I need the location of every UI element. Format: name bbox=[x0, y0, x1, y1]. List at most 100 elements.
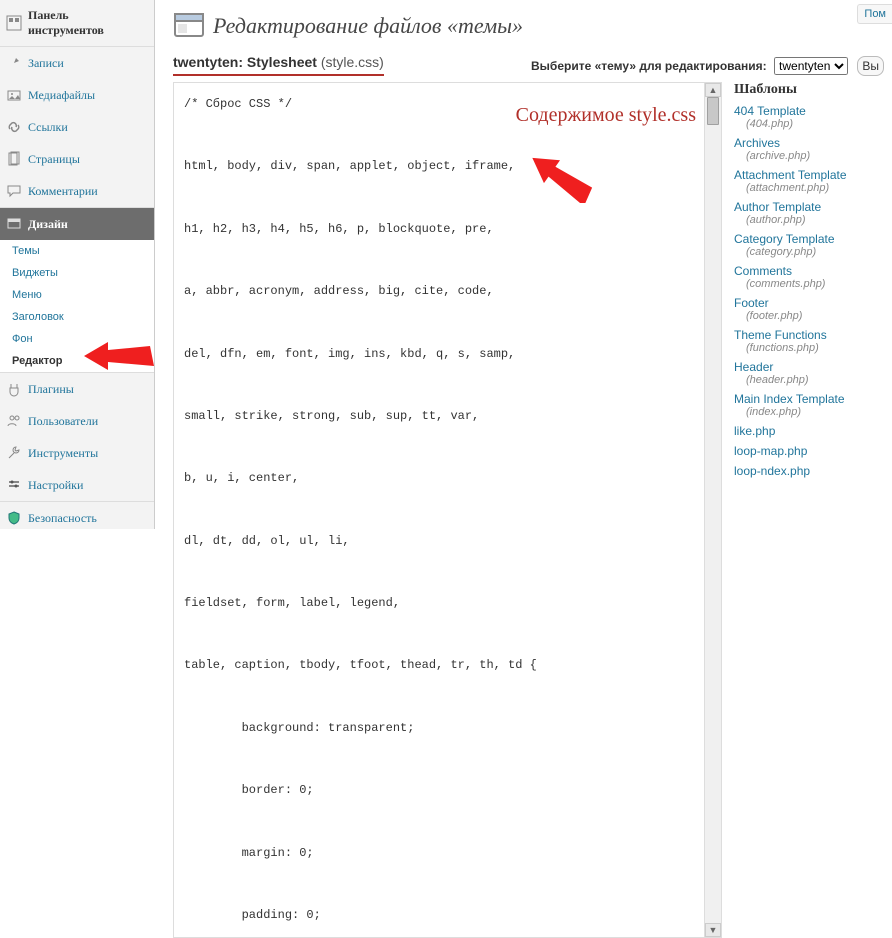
sidebar-item-security[interactable]: Безопасность bbox=[0, 502, 154, 534]
sidebar-item-pages[interactable]: Страницы bbox=[0, 143, 154, 175]
template-file-item: Footer(footer.php) bbox=[734, 296, 884, 322]
template-file-item: loop-map.php bbox=[734, 444, 884, 458]
template-file-name: (header.php) bbox=[734, 374, 884, 386]
appearance-icon bbox=[6, 216, 22, 232]
template-file-link[interactable]: Comments bbox=[734, 264, 792, 278]
plugin-icon bbox=[6, 381, 22, 397]
link-icon bbox=[6, 119, 22, 135]
templates-column: Шаблоны 404 Template(404.php) Archives(ar… bbox=[734, 82, 884, 484]
sidebar-label: Медиафайлы bbox=[28, 88, 95, 103]
template-file-link[interactable]: Main Index Template bbox=[734, 392, 845, 406]
submenu-menus[interactable]: Меню bbox=[0, 284, 154, 306]
template-file-name: (attachment.php) bbox=[734, 182, 884, 194]
pin-icon bbox=[6, 55, 22, 71]
template-file-name: (404.php) bbox=[734, 118, 884, 130]
sidebar-item-plugins[interactable]: Плагины bbox=[0, 373, 154, 405]
scroll-up-icon[interactable]: ▲ bbox=[705, 83, 721, 97]
appearance-submenu: Темы Виджеты Меню Заголовок Фон Редактор bbox=[0, 240, 154, 372]
sidebar-item-comments[interactable]: Комментарии bbox=[0, 175, 154, 207]
template-file-name: (index.php) bbox=[734, 406, 884, 418]
comment-icon bbox=[6, 183, 22, 199]
theme-editor-icon bbox=[173, 10, 205, 42]
template-file-name: (author.php) bbox=[734, 214, 884, 226]
template-file-item: Header(header.php) bbox=[734, 360, 884, 386]
sidebar-label: Плагины bbox=[28, 382, 74, 397]
submenu-header[interactable]: Заголовок bbox=[0, 306, 154, 328]
template-file-item: Comments(comments.php) bbox=[734, 264, 884, 290]
main-content: Пом Редактирование файлов «темы» twentyt… bbox=[155, 0, 892, 938]
template-file-item: like.php bbox=[734, 424, 884, 438]
scroll-down-icon[interactable]: ▼ bbox=[705, 923, 721, 937]
media-icon bbox=[6, 87, 22, 103]
template-file-item: Attachment Template(attachment.php) bbox=[734, 168, 884, 194]
template-file-link[interactable]: Footer bbox=[734, 296, 769, 310]
sidebar-label: Инструменты bbox=[28, 446, 98, 461]
scrollbar[interactable]: ▲ ▼ bbox=[704, 83, 721, 937]
settings-icon bbox=[6, 477, 22, 493]
sidebar-item-dashboard[interactable]: Панель инструментов bbox=[0, 0, 154, 46]
sidebar-item-links[interactable]: Ссылки bbox=[0, 111, 154, 143]
file-title-name: twentyten: Stylesheet bbox=[173, 54, 317, 70]
scrollbar-thumb[interactable] bbox=[707, 97, 719, 125]
template-file-link[interactable]: Archives bbox=[734, 136, 780, 150]
sidebar-item-appearance[interactable]: Дизайн bbox=[0, 208, 154, 240]
template-file-name: (category.php) bbox=[734, 246, 884, 258]
sidebar-label: Безопасность bbox=[28, 511, 97, 526]
theme-select[interactable]: twentyten bbox=[774, 57, 848, 75]
sidebar-item-media[interactable]: Медиафайлы bbox=[0, 79, 154, 111]
code-editor[interactable]: /* Сброс CSS */ html, body, div, span, a… bbox=[173, 82, 722, 938]
template-file-name: (footer.php) bbox=[734, 310, 884, 322]
sidebar-label: Настройки bbox=[28, 478, 83, 493]
template-file-link[interactable]: Theme Functions bbox=[734, 328, 827, 342]
template-file-name: (archive.php) bbox=[734, 150, 884, 162]
templates-heading: Шаблоны bbox=[734, 82, 884, 98]
admin-sidebar: Панель инструментов Записи Медиафайлы Сс… bbox=[0, 0, 155, 529]
sidebar-label: Ссылки bbox=[28, 120, 68, 135]
sidebar-item-users[interactable]: Пользователи bbox=[0, 405, 154, 437]
template-file-link[interactable]: like.php bbox=[734, 424, 775, 438]
file-title: twentyten: Stylesheet (style.css) bbox=[173, 54, 384, 76]
dashboard-icon bbox=[6, 15, 22, 31]
shield-icon bbox=[6, 510, 22, 526]
sidebar-label: Страницы bbox=[28, 152, 80, 167]
template-file-link[interactable]: Category Template bbox=[734, 232, 835, 246]
sidebar-item-settings[interactable]: Настройки bbox=[0, 469, 154, 501]
sidebar-label: Пользователи bbox=[28, 414, 98, 429]
submenu-editor[interactable]: Редактор bbox=[0, 350, 154, 372]
file-title-filename: (style.css) bbox=[321, 54, 384, 70]
page-title: Редактирование файлов «темы» bbox=[213, 13, 523, 39]
sidebar-label: Дизайн bbox=[28, 217, 68, 232]
submenu-themes[interactable]: Темы bbox=[0, 240, 154, 262]
template-file-link[interactable]: Header bbox=[734, 360, 773, 374]
template-file-item: 404 Template(404.php) bbox=[734, 104, 884, 130]
theme-select-area: Выберите «тему» для редактирования: twen… bbox=[531, 56, 884, 76]
template-file-link[interactable]: loop-map.php bbox=[734, 444, 807, 458]
template-file-link[interactable]: Author Template bbox=[734, 200, 821, 214]
sidebar-item-tools[interactable]: Инструменты bbox=[0, 437, 154, 469]
template-file-item: Category Template(category.php) bbox=[734, 232, 884, 258]
template-file-link[interactable]: 404 Template bbox=[734, 104, 806, 118]
template-file-item: Archives(archive.php) bbox=[734, 136, 884, 162]
submenu-background[interactable]: Фон bbox=[0, 328, 154, 350]
help-button[interactable]: Пом bbox=[857, 4, 892, 24]
sidebar-label: Панель инструментов bbox=[28, 8, 146, 38]
theme-select-label: Выберите «тему» для редактирования: bbox=[531, 59, 767, 73]
page-header: Редактирование файлов «темы» bbox=[173, 10, 884, 42]
template-file-item: Main Index Template(index.php) bbox=[734, 392, 884, 418]
template-file-item: loop-ndex.php bbox=[734, 464, 884, 478]
sidebar-label: Комментарии bbox=[28, 184, 98, 199]
sidebar-item-posts[interactable]: Записи bbox=[0, 47, 154, 79]
page-icon bbox=[6, 151, 22, 167]
users-icon bbox=[6, 413, 22, 429]
template-file-item: Author Template(author.php) bbox=[734, 200, 884, 226]
template-file-link[interactable]: Attachment Template bbox=[734, 168, 847, 182]
sidebar-label: Записи bbox=[28, 56, 64, 71]
tools-icon bbox=[6, 445, 22, 461]
template-file-item: Theme Functions(functions.php) bbox=[734, 328, 884, 354]
template-file-link[interactable]: loop-ndex.php bbox=[734, 464, 810, 478]
select-theme-button[interactable]: Вы bbox=[857, 56, 884, 76]
template-file-name: (comments.php) bbox=[734, 278, 884, 290]
code-text[interactable]: /* Сброс CSS */ html, body, div, span, a… bbox=[174, 83, 721, 937]
template-file-name: (functions.php) bbox=[734, 342, 884, 354]
submenu-widgets[interactable]: Виджеты bbox=[0, 262, 154, 284]
